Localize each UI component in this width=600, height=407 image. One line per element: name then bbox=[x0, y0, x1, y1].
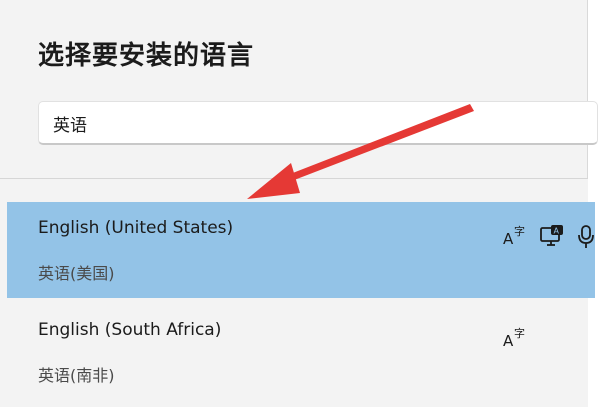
display-language-icon: A bbox=[540, 225, 563, 246]
search-input[interactable] bbox=[53, 102, 573, 144]
text-language-icon: A 字 bbox=[503, 224, 525, 248]
search-box[interactable] bbox=[38, 101, 598, 145]
list-item-english-south-africa[interactable]: English (South Africa) 英语(南非) A 字 bbox=[7, 304, 595, 400]
language-list: English (United States) 英语(美国) A 字 A Eng… bbox=[0, 179, 595, 407]
language-native-name: 英语(美国) bbox=[38, 264, 115, 283]
svg-text:A: A bbox=[503, 230, 514, 248]
language-native-name: 英语(南非) bbox=[38, 366, 115, 385]
svg-text:A: A bbox=[503, 332, 514, 350]
language-name: English (South Africa) bbox=[38, 320, 222, 340]
text-language-icon: A 字 bbox=[503, 326, 525, 350]
speech-icon bbox=[578, 225, 594, 248]
svg-text:字: 字 bbox=[514, 326, 525, 340]
svg-text:A: A bbox=[554, 227, 560, 236]
list-item-english-united-states[interactable]: English (United States) 英语(美国) A 字 A bbox=[7, 202, 595, 298]
dialog-title: 选择要安装的语言 bbox=[38, 41, 255, 71]
language-install-dialog: 选择要安装的语言 English (United States) 英语(美国) … bbox=[0, 0, 600, 407]
language-name: English (United States) bbox=[38, 218, 234, 238]
svg-text:字: 字 bbox=[514, 224, 525, 238]
